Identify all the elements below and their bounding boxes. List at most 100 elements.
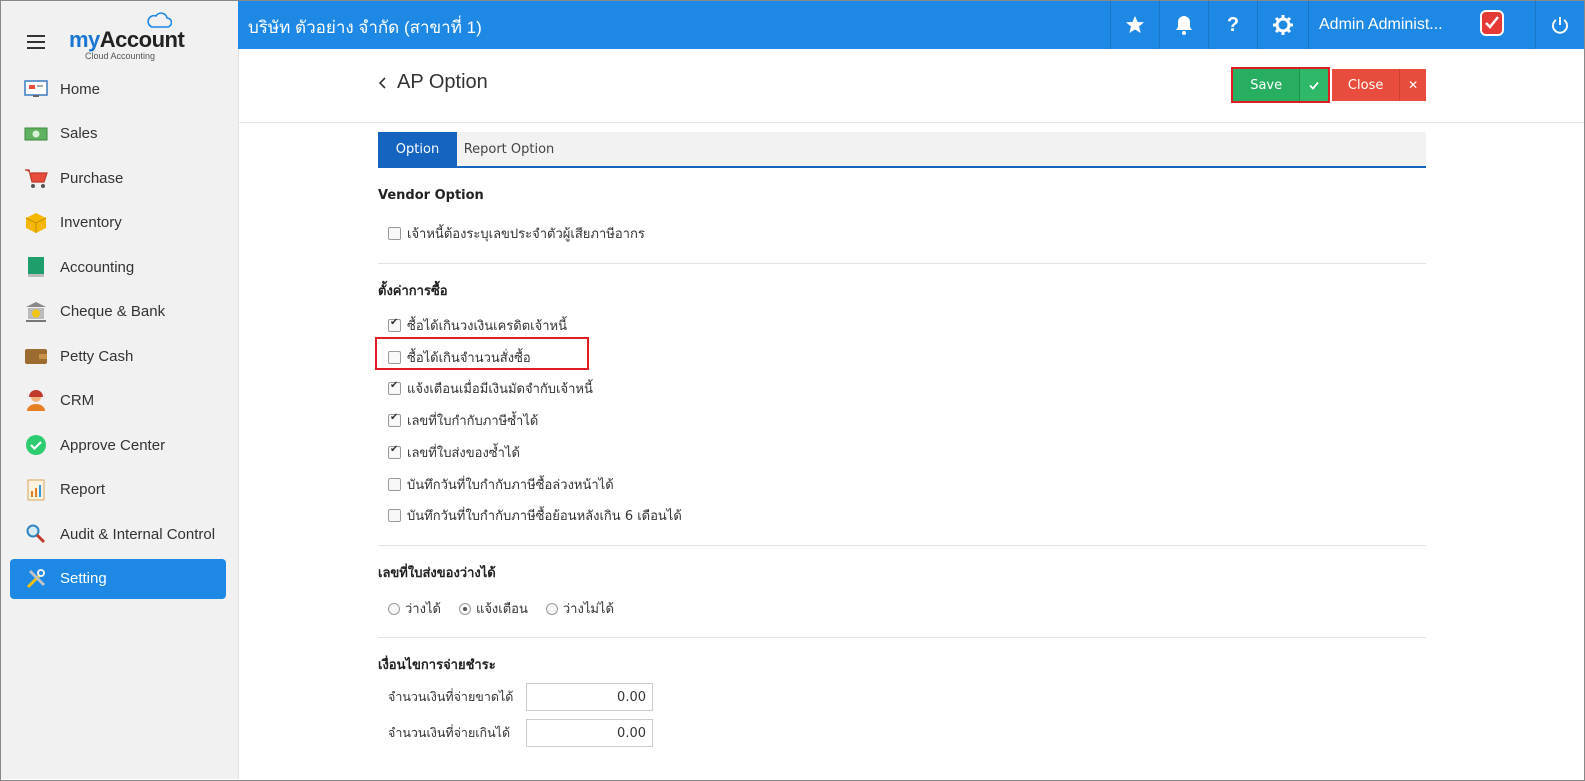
checkbox[interactable] — [388, 412, 401, 427]
sidebar-item-label: CRM — [60, 392, 95, 409]
checkbox[interactable] — [388, 478, 401, 491]
checkbox-label: แจ้งเตือนเมื่อมีเงินมัดจำกับเจ้าหนี้ — [407, 382, 593, 397]
shield-check-icon[interactable] — [1475, 7, 1507, 39]
checkbox[interactable] — [388, 444, 401, 459]
wallet-icon — [24, 345, 48, 367]
close-button[interactable]: Close ✕ — [1332, 69, 1426, 101]
checkbox-row[interactable]: ซื้อได้เกินวงเงินเครดิตเจ้าหนี้ — [388, 315, 567, 336]
checkbox-row[interactable]: เจ้าหนี้ต้องระบุเลขประจำตัวผู้เสียภาษีอา… — [388, 223, 645, 244]
sidebar-item-accounting[interactable]: Accounting — [10, 247, 226, 287]
help-button[interactable]: ? — [1208, 1, 1257, 49]
company-name[interactable]: บริษัท ตัวอย่าง จำกัด (สาขาที่ 1) — [248, 14, 482, 41]
question-icon: ? — [1226, 13, 1240, 36]
power-icon — [1552, 17, 1568, 34]
close-icon: ✕ — [1408, 78, 1419, 92]
chevron-left-icon[interactable] — [378, 77, 388, 89]
sidebar-item-sales[interactable]: Sales — [10, 114, 226, 154]
sidebar-item-home[interactable]: Home — [10, 69, 226, 109]
top-bar: บริษัท ตัวอย่าง จำกัด (สาขาที่ 1) ? Admi… — [238, 1, 1584, 49]
underpay-amount-input[interactable] — [526, 683, 653, 711]
logo-wordmark: myAccount — [69, 27, 185, 52]
user-menu[interactable]: Admin Administ... — [1308, 1, 1535, 49]
magnifier-icon — [24, 523, 48, 545]
form-row: จำนวนเงินที่จ่ายขาดได้ — [388, 683, 653, 711]
save-button[interactable]: Save — [1231, 67, 1330, 103]
star-icon — [1126, 16, 1144, 33]
checkbox-label: บันทึกวันที่ใบกำกับภาษีซื้อย้อนหลังเกิน … — [407, 509, 682, 524]
bell-icon — [1176, 16, 1192, 35]
check-icon — [1300, 69, 1328, 101]
divider — [378, 637, 1426, 638]
sidebar-item-crm[interactable]: CRM — [10, 381, 226, 421]
sidebar-item-purchase[interactable]: Purchase — [10, 158, 226, 198]
section-title-delivery-blank: เลขที่ใบส่งของว่างได้ — [378, 566, 496, 581]
save-button-label: Save — [1233, 69, 1301, 101]
person-icon — [24, 389, 48, 412]
check-circle-icon — [24, 434, 48, 456]
checkbox-row[interactable]: แจ้งเตือนเมื่อมีเงินมัดจำกับเจ้าหนี้ — [388, 378, 593, 399]
radio-option[interactable]: แจ้งเตือน — [458, 598, 528, 619]
logo-subtitle: Cloud Accounting — [85, 51, 156, 61]
section-title-purchase-settings: ตั้งค่าการซื้อ — [378, 284, 448, 299]
tab-option[interactable]: Option — [378, 132, 457, 166]
checkbox[interactable] — [388, 227, 401, 240]
logo[interactable]: myAccount Cloud Accounting — [69, 11, 189, 63]
bank-icon — [24, 301, 48, 323]
sidebar-item-label: Inventory — [60, 214, 122, 231]
overpay-amount-input[interactable] — [526, 719, 653, 747]
sidebar-item-label: Approve Center — [60, 436, 166, 454]
user-name: Admin Administ... — [1319, 16, 1443, 33]
form-row: จำนวนเงินที่จ่ายเกินได้ — [388, 719, 653, 747]
radio-group: ว่างได้ แจ้งเตือน ว่างไม่ได้ — [388, 598, 632, 619]
sidebar-item-report[interactable]: Report — [10, 470, 226, 510]
sidebar-item-label: Purchase — [60, 169, 124, 187]
tab-bar: Option Report Option — [378, 132, 1426, 168]
sidebar-item-label: Petty Cash — [60, 347, 134, 365]
checkbox[interactable] — [388, 317, 401, 332]
sidebar-item-cheque-bank[interactable]: Cheque & Bank — [10, 292, 226, 332]
sidebar-item-approve-center[interactable]: Approve Center — [10, 425, 226, 465]
checkbox-label: เจ้าหนี้ต้องระบุเลขประจำตัวผู้เสียภาษีอา… — [407, 227, 645, 242]
sidebar-item-petty-cash[interactable]: Petty Cash — [10, 336, 226, 376]
sidebar-item-label: Report — [60, 481, 106, 498]
favorites-button[interactable] — [1110, 1, 1159, 49]
radio-option[interactable]: ว่างได้ — [388, 598, 441, 619]
close-button-label: Close — [1332, 69, 1401, 101]
radio[interactable] — [388, 602, 400, 615]
sidebar-item-label: Accounting — [60, 258, 135, 276]
hamburger-menu-icon[interactable] — [27, 35, 45, 53]
settings-button[interactable] — [1257, 1, 1308, 49]
sidebar-item-label: Home — [60, 80, 101, 98]
sidebar-item-setting[interactable]: Setting — [10, 558, 226, 599]
checkbox-label: ซื้อได้เกินวงเงินเครดิตเจ้าหนี้ — [407, 319, 567, 334]
page-title: AP Option — [397, 71, 488, 93]
home-icon — [24, 78, 48, 100]
radio[interactable] — [458, 602, 471, 615]
sidebar-item-label: Audit & Internal Control — [60, 525, 216, 543]
checkbox-row[interactable]: บันทึกวันที่ใบกำกับภาษีซื้อย้อนหลังเกิน … — [388, 505, 682, 526]
checkbox-row[interactable]: เลขที่ใบกำกับภาษีซ้ำได้ — [388, 410, 538, 431]
sidebar-item-inventory[interactable]: Inventory — [10, 203, 226, 243]
checkbox-label: เลขที่ใบกำกับภาษีซ้ำได้ — [407, 414, 539, 429]
highlight-box — [375, 337, 589, 370]
radio-label: ว่างได้ — [405, 602, 441, 617]
checkbox-row[interactable]: บันทึกวันที่ใบกำกับภาษีซื้อล่วงหน้าได้ — [388, 474, 614, 495]
sidebar: myAccount Cloud Accounting Home Sales Pu… — [1, 1, 239, 779]
cart-icon — [24, 167, 48, 189]
logout-button[interactable] — [1535, 1, 1584, 49]
checkbox-label: เลขที่ใบส่งของซ้ำได้ — [407, 446, 520, 461]
page-header: AP Option Save Close ✕ — [238, 49, 1584, 123]
radio-label: ว่างไม่ได้ — [562, 602, 614, 617]
divider — [378, 545, 1426, 546]
tab-report-option[interactable]: Report Option — [457, 132, 561, 166]
notifications-button[interactable] — [1159, 1, 1208, 49]
box-icon — [24, 212, 48, 234]
radio-option[interactable]: ว่างไม่ได้ — [545, 598, 614, 619]
checkbox[interactable] — [388, 380, 401, 395]
checkbox-row[interactable]: เลขที่ใบส่งของซ้ำได้ — [388, 442, 520, 463]
gear-icon — [1273, 15, 1293, 35]
radio[interactable] — [545, 602, 558, 615]
sidebar-item-audit[interactable]: Audit & Internal Control — [10, 514, 226, 554]
checkbox[interactable] — [388, 509, 401, 522]
book-icon — [24, 256, 48, 278]
